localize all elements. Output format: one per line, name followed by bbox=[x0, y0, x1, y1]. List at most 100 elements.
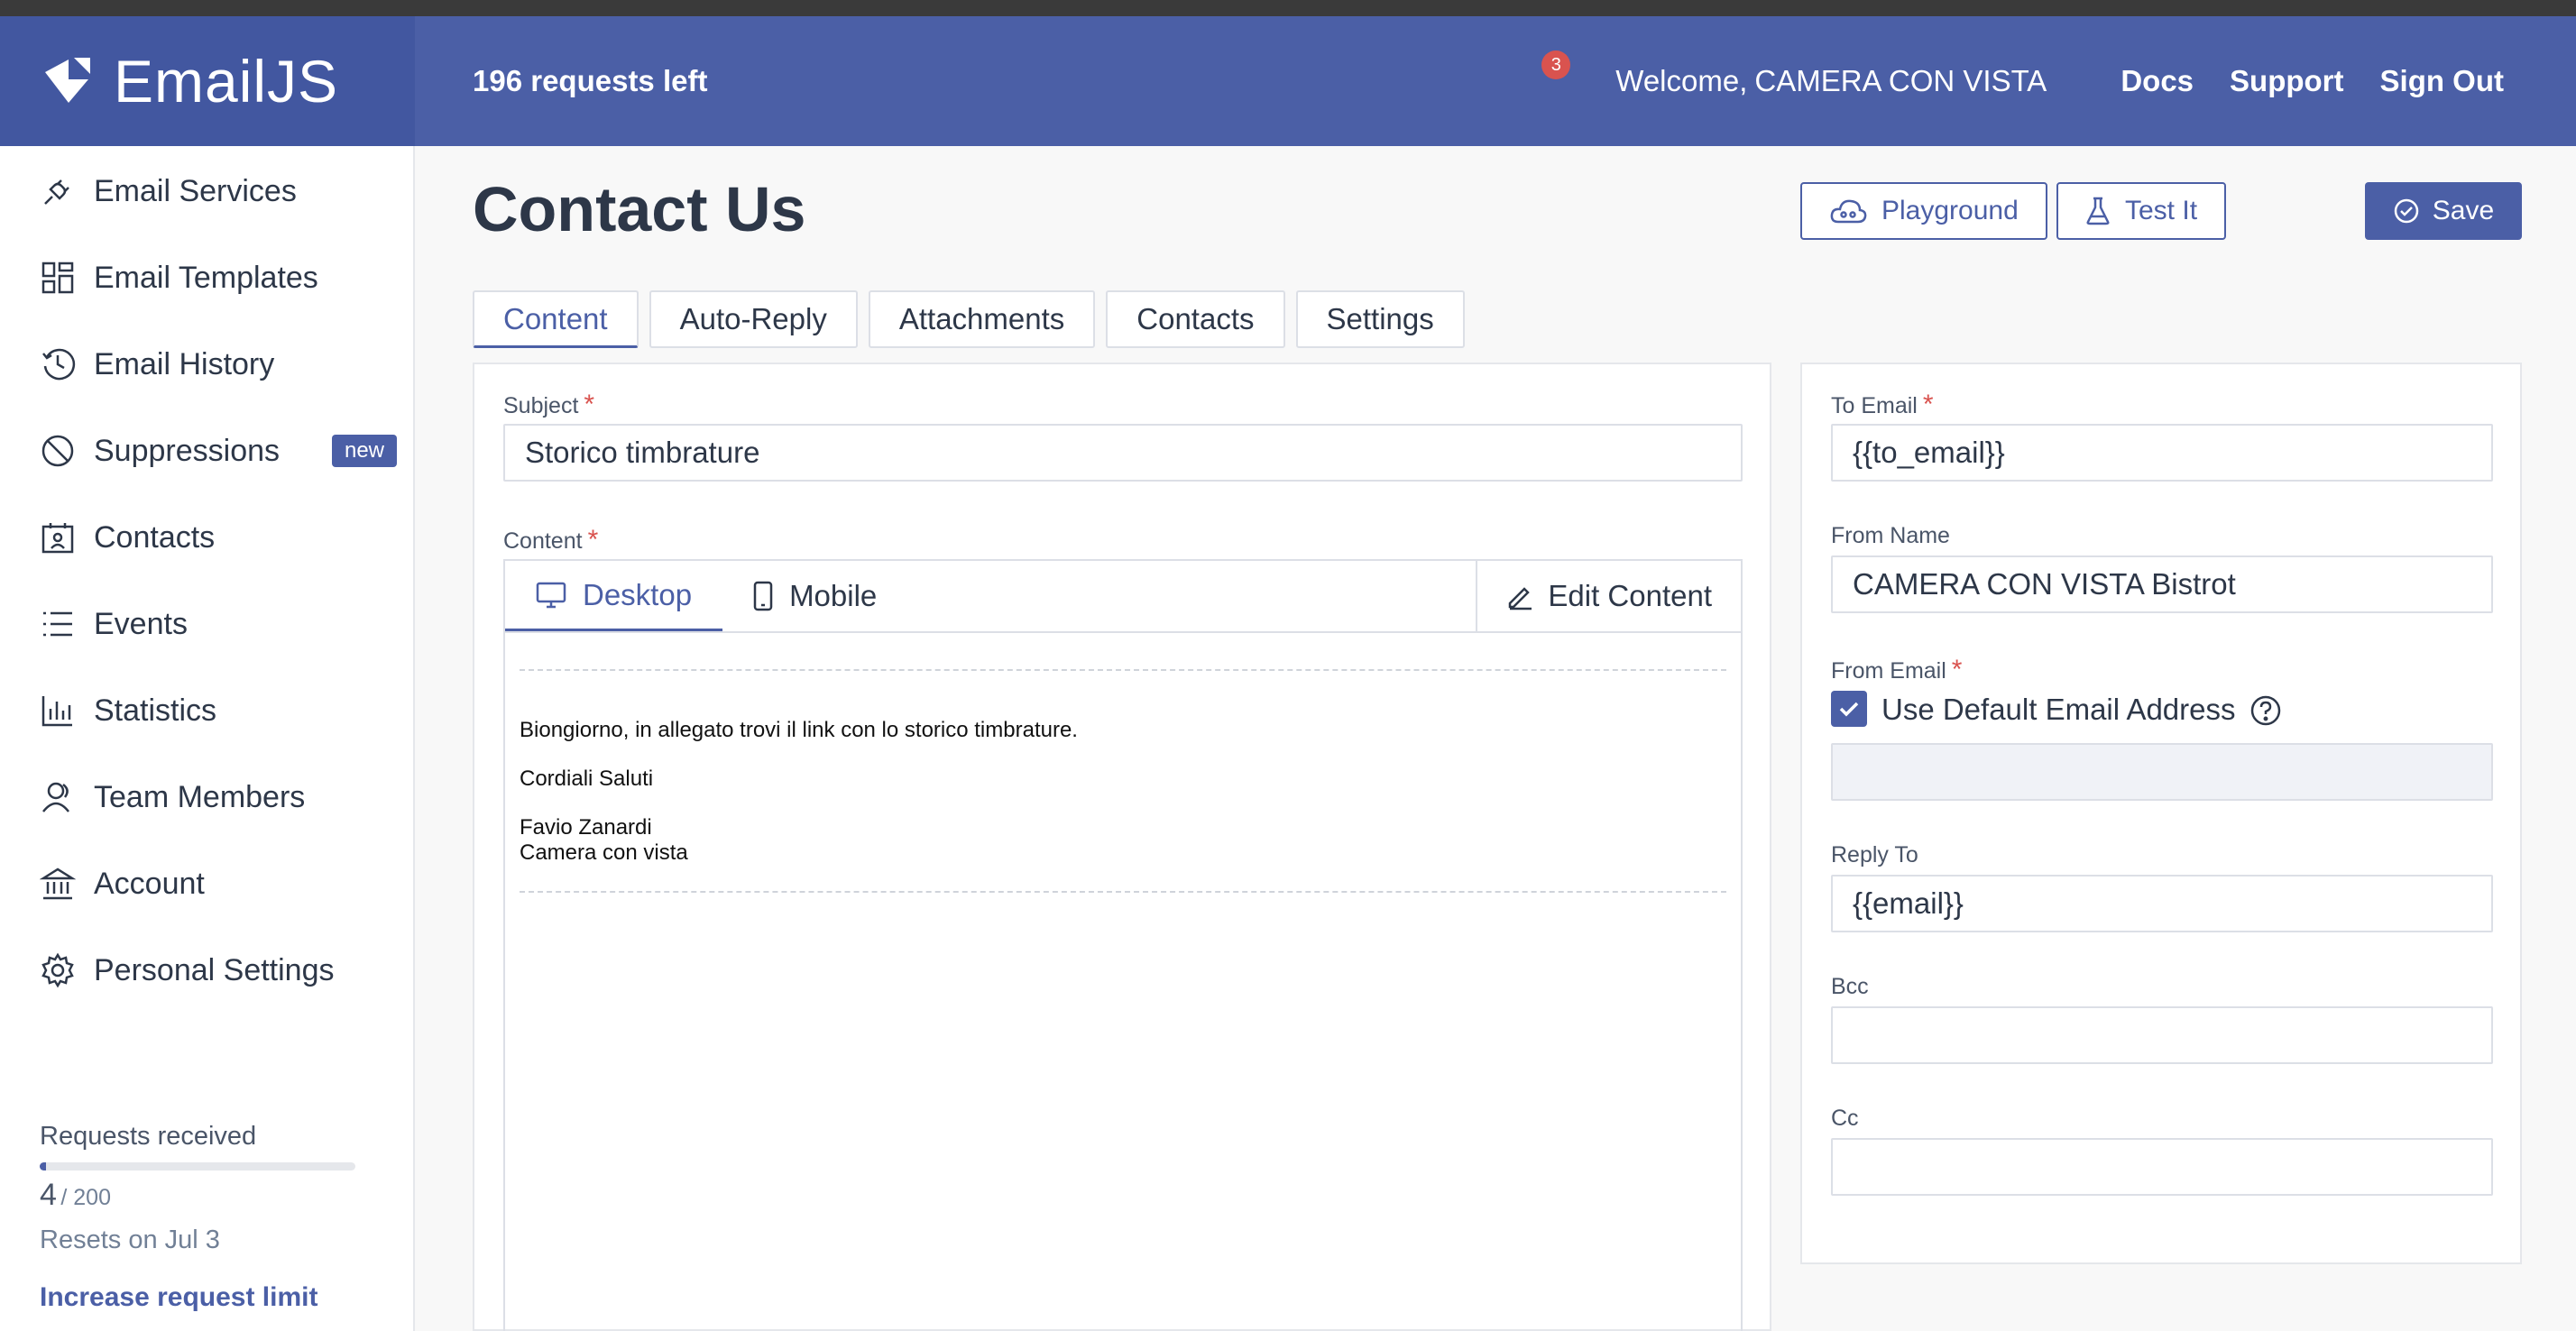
edit-content-button[interactable]: Edit Content bbox=[1476, 561, 1741, 631]
test-it-button[interactable]: Test It bbox=[2056, 182, 2227, 240]
tab-auto-reply[interactable]: Auto-Reply bbox=[649, 290, 858, 348]
reply-to-label: Reply To bbox=[1831, 842, 1918, 867]
mobile-icon bbox=[753, 581, 773, 611]
sidebar-item-label: Personal Settings bbox=[94, 952, 335, 987]
usage-label: Requests received bbox=[40, 1122, 257, 1151]
editor-toolbar: Desktop Mobile Edit Content bbox=[505, 561, 1741, 633]
sidebar: Email Services Email Templates Email His… bbox=[0, 146, 415, 1331]
sidebar-item-email-services[interactable]: Email Services bbox=[0, 148, 413, 234]
desktop-view-tab[interactable]: Desktop bbox=[505, 561, 723, 631]
sidebar-item-events[interactable]: Events bbox=[0, 581, 413, 667]
tab-contacts[interactable]: Contacts bbox=[1106, 290, 1285, 348]
email-settings-panel: To Email * {{to_email}} From Name CAMERA … bbox=[1800, 363, 2522, 1264]
cc-input[interactable] bbox=[1831, 1138, 2493, 1196]
sidebar-item-email-history[interactable]: Email History bbox=[0, 321, 413, 408]
sidebar-item-statistics[interactable]: Statistics bbox=[0, 667, 413, 754]
bcc-input[interactable] bbox=[1831, 1006, 2493, 1064]
templates-icon bbox=[41, 262, 74, 294]
sidebar-item-label: Statistics bbox=[94, 693, 217, 728]
mobile-view-tab[interactable]: Mobile bbox=[722, 561, 907, 631]
to-email-input[interactable]: {{to_email}} bbox=[1831, 424, 2493, 482]
email-line: Biongiorno, in allegato trovi il link co… bbox=[520, 718, 1078, 742]
mobile-label: Mobile bbox=[789, 579, 878, 612]
subject-label: Subject * bbox=[503, 390, 594, 420]
requests-left: 196 requests left bbox=[473, 64, 708, 97]
desktop-label: Desktop bbox=[583, 577, 693, 611]
test-it-label: Test It bbox=[2125, 196, 2198, 225]
content-panel: Subject * Storico timbrature Content * Des… bbox=[473, 363, 1771, 1331]
bank-icon bbox=[40, 867, 76, 900]
content-label-text: Content bbox=[503, 528, 583, 554]
sidebar-item-email-templates[interactable]: Email Templates bbox=[0, 234, 413, 321]
use-default-email-checkbox[interactable] bbox=[1831, 691, 1867, 727]
use-default-email-label: Use Default Email Address bbox=[1881, 693, 2236, 726]
save-button[interactable]: Save bbox=[2365, 182, 2522, 240]
chart-icon bbox=[41, 696, 72, 727]
sidebar-item-contacts[interactable]: Contacts bbox=[0, 494, 413, 581]
from-name-input[interactable]: CAMERA CON VISTA Bistrot bbox=[1831, 555, 2493, 613]
email-line: Camera con vista bbox=[520, 840, 688, 865]
emailjs-logo-icon bbox=[45, 58, 90, 103]
plug-icon bbox=[44, 179, 69, 205]
email-body: Biongiorno, in allegato trovi il link co… bbox=[520, 671, 1726, 866]
usage-total: / 200 bbox=[60, 1185, 111, 1210]
list-icon bbox=[43, 611, 72, 637]
tab-settings[interactable]: Settings bbox=[1295, 290, 1465, 348]
pencil-icon bbox=[1509, 587, 1532, 610]
email-line: Favio Zanardi bbox=[520, 815, 652, 840]
sidebar-item-account[interactable]: Account bbox=[0, 840, 413, 927]
subject-input[interactable]: Storico timbrature bbox=[503, 424, 1743, 482]
user-name: CAMERA CON VISTA bbox=[1754, 64, 2047, 97]
help-icon[interactable] bbox=[2249, 694, 2282, 727]
sidebar-item-label: Email Templates bbox=[94, 260, 318, 295]
sidebar-item-label: Email Services bbox=[94, 173, 297, 208]
playground-label: Playground bbox=[1881, 196, 2019, 225]
brand-name: EmailJS bbox=[114, 48, 339, 115]
sidebar-item-personal-settings[interactable]: Personal Settings bbox=[0, 927, 413, 1014]
usage-progress-bar bbox=[40, 1162, 355, 1170]
usage-panel: Requests received 4 / 200 Resets on Jul … bbox=[40, 1122, 382, 1313]
sidebar-item-team-members[interactable]: Team Members bbox=[0, 754, 413, 840]
sidebar-item-label: Contacts bbox=[94, 519, 216, 555]
from-email-label-text: From Email bbox=[1831, 658, 1946, 684]
usage-current: 4 bbox=[40, 1178, 57, 1212]
sidebar-item-label: Email History bbox=[94, 346, 275, 381]
gear-icon bbox=[41, 952, 74, 988]
brand-logo[interactable]: EmailJS bbox=[0, 16, 415, 146]
increase-limit-link[interactable]: Increase request limit bbox=[40, 1282, 382, 1313]
usage-reset-text: Resets on Jul 3 bbox=[40, 1225, 220, 1254]
new-badge: new bbox=[331, 435, 397, 467]
support-link[interactable]: Support bbox=[2230, 64, 2343, 98]
to-email-label-text: To Email bbox=[1831, 393, 1918, 418]
page-title: Contact Us bbox=[473, 174, 806, 244]
top-header: EmailJS 196 requests left 3 Welcome, CAM… bbox=[0, 16, 2576, 146]
sign-out-link[interactable]: Sign Out bbox=[2380, 64, 2504, 98]
flask-icon bbox=[2086, 197, 2110, 225]
sidebar-item-suppressions[interactable]: Suppressions new bbox=[0, 408, 413, 494]
cc-label: Cc bbox=[1831, 1106, 1859, 1131]
usage-progress-fill bbox=[40, 1162, 46, 1170]
required-marker: * bbox=[584, 390, 595, 419]
tab-content[interactable]: Content bbox=[473, 290, 639, 348]
sidebar-item-label: Account bbox=[94, 866, 205, 901]
docs-link[interactable]: Docs bbox=[2121, 64, 2194, 98]
welcome-text: Welcome, bbox=[1615, 64, 1748, 97]
bcc-label: Bcc bbox=[1831, 974, 1869, 999]
reply-to-input[interactable]: {{email}} bbox=[1831, 875, 2493, 932]
team-icon bbox=[42, 782, 69, 812]
checkmark-icon bbox=[1839, 702, 1859, 717]
subject-label-text: Subject bbox=[503, 393, 579, 418]
contacts-icon bbox=[41, 523, 74, 554]
from-email-label: From Email * bbox=[1831, 655, 1962, 685]
required-marker: * bbox=[1922, 390, 1934, 419]
os-top-bar bbox=[0, 0, 2576, 16]
template-tabs: Content Auto-Reply Attachments Contacts … bbox=[473, 290, 1476, 348]
tab-attachments[interactable]: Attachments bbox=[868, 290, 1096, 348]
content-editor: Desktop Mobile Edit Content Biongiorno, … bbox=[503, 559, 1743, 1331]
sidebar-item-label: Events bbox=[94, 606, 188, 641]
desktop-icon bbox=[536, 582, 566, 608]
playground-button[interactable]: Playground bbox=[1800, 182, 2047, 240]
required-marker: * bbox=[587, 525, 599, 555]
content-label: Content * bbox=[503, 525, 598, 555]
usage-count: 4 / 200 bbox=[40, 1178, 382, 1213]
